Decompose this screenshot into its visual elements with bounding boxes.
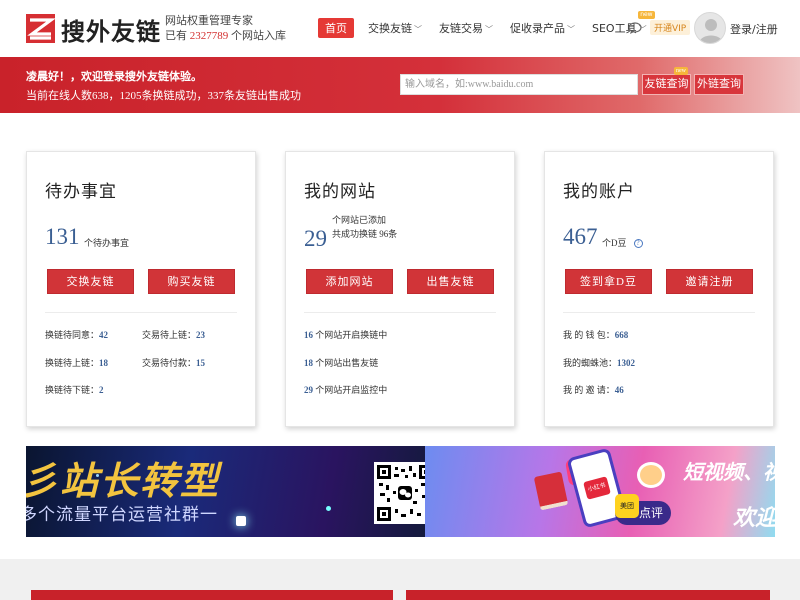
dbean-count[interactable]: 467 [563, 224, 598, 250]
add-site-button[interactable]: 添加网站 [306, 269, 393, 294]
top-navigation: 搜外友链 网站权重管理专家 已有 2327789 个网站入库 首页 交换友链 ﹀ … [0, 0, 800, 57]
todo-card: 待办事宜 131 个待办事宜 交换友链 购买友链 换链待同意：42 交易待上链：… [26, 151, 256, 427]
nav-exchange-links[interactable]: 交换友链 ﹀ [368, 20, 422, 36]
dbean-unit: 个D豆? [602, 236, 643, 249]
brand-name[interactable]: 搜外友链 [61, 12, 161, 47]
book-icon [533, 471, 569, 511]
meituan-icon: 美团 [615, 494, 639, 518]
promo-banner-left[interactable]: 彡站长转型 多个流量平台运营社群一 [26, 446, 425, 537]
promo-subline: 欢迎 [733, 506, 775, 531]
sell-links-button[interactable]: 出售友链 [407, 269, 494, 294]
section-header-left [31, 590, 393, 600]
logo-icon[interactable] [26, 14, 55, 43]
invite-register-button[interactable]: 邀请注册 [666, 269, 753, 294]
welcome-banner: 凌晨好！，欢迎登录搜外友链体验。 当前在线人数638，1205条换链成功，337… [0, 57, 800, 113]
nav-home[interactable]: 首页 [318, 18, 354, 38]
stat-item[interactable]: 换链待上链：18 [45, 356, 108, 369]
card-title: 我的网站 [304, 182, 376, 202]
online-stats: 当前在线人数638，1205条换链成功，337条友链出售成功 [26, 90, 301, 102]
glow-cube [236, 516, 246, 526]
stat-item[interactable]: 16 个网站开启换链中 [304, 328, 387, 341]
card-title: 我的账户 [563, 182, 635, 202]
help-icon[interactable]: ? [633, 239, 643, 248]
section-header-right [406, 590, 770, 600]
chevron-down-icon: ﹀ [567, 25, 575, 34]
nav-indexing-products[interactable]: 促收录产品 ﹀ [510, 20, 575, 36]
card-title: 待办事宜 [45, 182, 117, 202]
my-account-card: 我的账户 467 个D豆? 签到拿D豆 邀请注册 我 的 钱 包：668 我的蜘… [544, 151, 774, 427]
promo-banner-right[interactable]: 小红书 点评 美团 短视频、视 欢迎 [425, 446, 775, 537]
site-count[interactable]: 29 [304, 226, 327, 252]
promo-subline: 多个流量平台运营社群一 [26, 505, 218, 525]
avatar[interactable] [694, 12, 726, 44]
my-sites-card: 我的网站 29 个网站已添加 共成功换链 96条 添加网站 出售友链 16 个网… [285, 151, 515, 427]
stat-item[interactable]: 交易待上链：23 [142, 328, 205, 341]
checkin-button[interactable]: 签到拿D豆 [565, 269, 652, 294]
stat-item[interactable]: 交易待付款：15 [142, 356, 205, 369]
nav-link-trade[interactable]: 友链交易 ﹀ [439, 20, 493, 36]
brand-slogan: 网站权重管理专家 已有 2327789 个网站入库 [165, 14, 286, 44]
divider [45, 312, 237, 313]
chevron-down-icon: ﹀ [485, 25, 493, 34]
stat-item[interactable]: 我的蜘蛛池：1302 [563, 356, 635, 369]
chat-icon[interactable] [628, 21, 642, 34]
promo-headline: 彡站长转型 [26, 459, 221, 503]
slogan-line1: 网站权重管理专家 [165, 15, 253, 27]
sparkle [326, 506, 331, 511]
site-count: 2327789 [189, 30, 229, 42]
food-bowl-icon [637, 462, 665, 488]
promo-headline: 短视频、视 [683, 460, 775, 484]
buy-links-button[interactable]: 购买友链 [148, 269, 235, 294]
stat-item[interactable]: 我 的 邀 请：46 [563, 383, 624, 396]
exchange-links-button[interactable]: 交换友链 [47, 269, 134, 294]
stat-item[interactable]: 我 的 钱 包：668 [563, 328, 628, 341]
vip-entry[interactable]: 开通VIP [628, 20, 691, 35]
stat-item[interactable]: 换链待同意：42 [45, 328, 108, 341]
login-register-link[interactable]: 登录/注册 [730, 21, 778, 37]
divider [304, 312, 496, 313]
todo-count[interactable]: 131 [45, 224, 80, 250]
friend-link-query-button[interactable]: 友链查询 new [642, 67, 691, 95]
greeting-text: 凌晨好！，欢迎登录搜外友链体验。 [26, 71, 202, 83]
main-nav: 首页 交换友链 ﹀ 友链交易 ﹀ 促收录产品 ﹀ SEO工具 ﹀ new [318, 11, 664, 38]
outlink-query-button[interactable]: 外链查询 [694, 74, 744, 95]
xiaohongshu-icon: 小红书 [583, 476, 611, 500]
qr-code-icon [377, 465, 425, 521]
stat-item[interactable]: 29 个网站开启监控中 [304, 383, 387, 396]
divider [563, 312, 755, 313]
site-summary: 个网站已添加 共成功换链 96条 [332, 215, 398, 239]
domain-search-input[interactable] [400, 74, 638, 95]
chevron-down-icon: ﹀ [414, 25, 422, 34]
stat-item[interactable]: 18 个网站出售友链 [304, 356, 378, 369]
open-vip-button[interactable]: 开通VIP [650, 20, 691, 35]
new-badge: new [674, 67, 688, 75]
new-badge: new [638, 11, 655, 19]
user-icon [699, 19, 723, 43]
todo-count-unit: 个待办事宜 [84, 238, 130, 248]
qr-code [374, 462, 425, 524]
stat-item[interactable]: 换链待下链：2 [45, 383, 104, 396]
slogan-line2: 已有 2327789 个网站入库 [165, 30, 286, 42]
